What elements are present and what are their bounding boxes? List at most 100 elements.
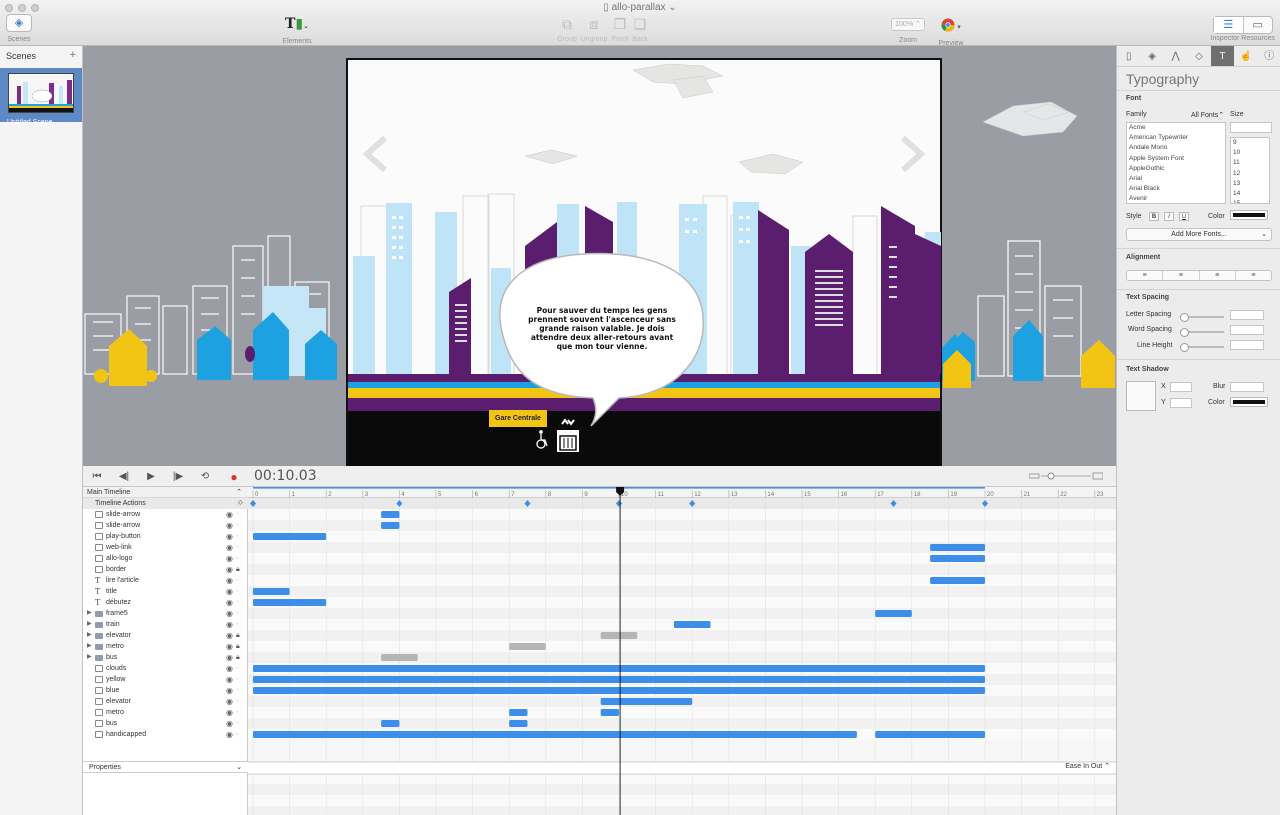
play-icon[interactable]: ▶ xyxy=(143,469,159,485)
lock-icon[interactable]: 🔒︎ xyxy=(236,630,240,641)
layer-row[interactable]: Tdébutez ◉ ◦ xyxy=(83,597,248,608)
disclosure-triangle-icon[interactable]: ▶ xyxy=(87,641,92,652)
animation-bar[interactable] xyxy=(381,654,418,661)
font-list-item[interactable]: American Typewriter xyxy=(1127,133,1225,143)
time-ruler[interactable] xyxy=(248,487,1116,498)
size-list-item[interactable]: 15 xyxy=(1231,199,1269,203)
font-filter-select[interactable]: All Fonts⌃ xyxy=(1191,111,1224,119)
layer-row[interactable]: allo-logo ◉ ◦ xyxy=(83,553,248,564)
layer-row[interactable]: ▶ frame5 ◉ ◦ xyxy=(83,608,248,619)
front-button[interactable]: ❐ Front xyxy=(610,14,630,43)
disclosure-triangle-icon[interactable]: ▶ xyxy=(87,619,92,630)
layer-row[interactable]: blue ◉ ◦ xyxy=(83,685,248,696)
lock-icon[interactable]: ◦ xyxy=(236,531,238,542)
lock-icon[interactable]: ◦ xyxy=(236,707,238,718)
lock-icon[interactable]: ◦ xyxy=(236,586,238,597)
go-to-start-icon[interactable]: ⏮ xyxy=(89,469,105,485)
text-color-well[interactable] xyxy=(1230,210,1268,220)
timeline-zoom-slider[interactable] xyxy=(1029,472,1103,480)
animation-bar[interactable] xyxy=(600,698,693,705)
line-height-slider[interactable] xyxy=(1180,343,1224,352)
size-list-item[interactable]: 13 xyxy=(1231,179,1269,189)
font-size-field[interactable] xyxy=(1230,122,1272,133)
italic-button[interactable]: I xyxy=(1164,212,1174,221)
animation-bar[interactable] xyxy=(600,709,619,716)
visibility-eye-icon[interactable]: ◉ xyxy=(226,586,233,597)
step-back-icon[interactable]: ◀︎| xyxy=(116,469,132,485)
visibility-eye-icon[interactable]: ◉ xyxy=(226,553,233,564)
visibility-eye-icon[interactable]: ◉ xyxy=(226,696,233,707)
properties-selector[interactable]: Properties ⌄ xyxy=(83,761,248,773)
shadow-offset-pad[interactable] xyxy=(1126,381,1156,411)
speech-bubble-text[interactable]: Pour sauver du temps les gens prennent s… xyxy=(526,306,678,351)
letter-spacing-slider[interactable] xyxy=(1180,313,1224,322)
record-icon[interactable]: ● xyxy=(226,469,242,485)
font-list-item[interactable]: AppleGothic xyxy=(1127,164,1225,174)
scene-item[interactable] xyxy=(0,68,82,122)
align-right-icon[interactable]: ≡ xyxy=(1198,271,1235,280)
visibility-eye-icon[interactable]: ◉ xyxy=(226,685,233,696)
visibility-eye-icon[interactable]: ◉ xyxy=(226,597,233,608)
animation-bar[interactable] xyxy=(253,676,985,683)
animation-bar[interactable] xyxy=(253,687,985,694)
layer-row[interactable]: metro ◉ ◦ xyxy=(83,707,248,718)
timeline-selector[interactable]: Main Timeline ⌃ xyxy=(83,487,248,498)
layer-row[interactable]: border ◉ 🔒︎ xyxy=(83,564,248,575)
lock-icon[interactable]: ◦ xyxy=(236,597,238,608)
layer-row[interactable]: ▶ train ◉ ◦ xyxy=(83,619,248,630)
layer-row[interactable]: bus ◉ ◦ xyxy=(83,718,248,729)
visibility-eye-icon[interactable]: ◉ xyxy=(226,608,233,619)
inspector-toggle-icon[interactable]: ☰ xyxy=(1214,17,1243,33)
layer-row[interactable]: clouds ◉ ◦ xyxy=(83,663,248,674)
animation-bar[interactable] xyxy=(509,643,546,650)
lock-icon[interactable]: 🔒︎ xyxy=(236,564,240,575)
visibility-eye-icon[interactable]: ◉ xyxy=(226,641,233,652)
lock-icon[interactable]: ◦ xyxy=(236,608,238,619)
resources-toggle-icon[interactable]: ▭ xyxy=(1242,17,1273,33)
font-list-item[interactable]: Acme xyxy=(1127,123,1225,133)
animation-bar[interactable] xyxy=(381,511,400,518)
lock-icon[interactable]: 🔒︎ xyxy=(236,652,240,663)
disclosure-triangle-icon[interactable]: ▶ xyxy=(87,652,92,663)
animation-bar[interactable] xyxy=(253,588,290,595)
layer-row[interactable]: ▶ elevator ◉ 🔒︎ xyxy=(83,630,248,641)
animation-bar[interactable] xyxy=(381,720,400,727)
lock-icon[interactable]: ◦ xyxy=(236,685,238,696)
visibility-eye-icon[interactable]: ◉ xyxy=(226,630,233,641)
font-family-list[interactable]: Acme American Typewriter Andale Mono Apple … xyxy=(1126,122,1226,204)
animation-bar[interactable] xyxy=(930,555,985,562)
font-size-list[interactable]: 9 10 11 12 13 14 15 xyxy=(1230,137,1270,204)
lock-icon[interactable]: ◦ xyxy=(236,553,238,564)
lock-icon[interactable]: ◦ xyxy=(236,542,238,553)
word-spacing-field[interactable] xyxy=(1230,325,1264,335)
timeline-track-graphic[interactable]: 0 1 2 3 4 5 6 7 8 9 10 11 12 13 14 15 16 17 18 19 20 21 22 23 xyxy=(248,487,1116,815)
animation-bar[interactable] xyxy=(253,599,327,606)
lock-icon[interactable]: ◦ xyxy=(236,575,238,586)
visibility-eye-icon[interactable]: ◉ xyxy=(226,652,233,663)
animation-bar[interactable] xyxy=(509,709,528,716)
visibility-eye-icon[interactable]: ◉ xyxy=(226,718,233,729)
size-list-item[interactable]: 9 xyxy=(1231,138,1269,148)
animation-bar[interactable] xyxy=(253,665,985,672)
shadow-blur-field[interactable] xyxy=(1230,382,1264,392)
preview-button[interactable]: ▾ Preview xyxy=(934,14,968,47)
animation-bar[interactable] xyxy=(875,731,985,738)
back-button[interactable]: ❏ Back xyxy=(630,14,650,43)
layers-tab-icon[interactable]: ◈ xyxy=(1140,46,1163,66)
shadow-color-well[interactable] xyxy=(1230,397,1268,407)
disclosure-triangle-icon[interactable]: ▶ xyxy=(87,630,92,641)
animation-bar[interactable] xyxy=(930,544,985,551)
font-list-item[interactable]: Avenir xyxy=(1127,194,1225,203)
visibility-eye-icon[interactable]: ◉ xyxy=(226,575,233,586)
add-action-icon[interactable]: ◇ xyxy=(238,498,243,509)
visibility-eye-icon[interactable]: ◉ xyxy=(226,674,233,685)
line-height-field[interactable] xyxy=(1230,340,1264,350)
animation-bar[interactable] xyxy=(381,522,400,529)
font-list-item[interactable]: Arial Black xyxy=(1127,184,1225,194)
font-list-item[interactable]: Andale Mono xyxy=(1127,143,1225,153)
animation-bar[interactable] xyxy=(509,720,528,727)
actions-tab-icon[interactable]: ☝ xyxy=(1234,46,1257,66)
animation-bar[interactable] xyxy=(673,621,711,628)
lock-icon[interactable]: ◦ xyxy=(236,509,238,520)
layer-row[interactable]: web-link ◉ ◦ xyxy=(83,542,248,553)
